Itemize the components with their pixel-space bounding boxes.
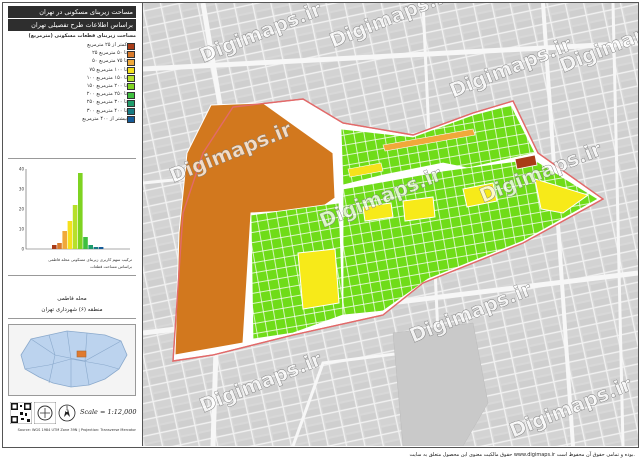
credit-text: Source: WGS 1984 UTM Zone 39N | Projecti…	[17, 428, 136, 432]
legend-item: بیشتر از ۴۰۰ مترمربع	[8, 115, 136, 124]
map-svg: Digimaps.ir Digimaps.irDigimaps.irDigimap…	[143, 3, 638, 446]
legend-item: ۳۰۰ تا ۴۰۰ مترمربع	[8, 107, 136, 115]
histogram-bar	[88, 245, 93, 249]
scale-label: Scale = 1:12,000	[80, 408, 137, 416]
histogram-bar	[57, 243, 62, 249]
legend-label: ۳۰۰ تا ۴۰۰ مترمربع	[86, 107, 127, 114]
logo-icon	[34, 402, 56, 424]
place-district: منطقه (۶) شهرداری تهران	[41, 307, 103, 313]
y-tick-label: 0	[21, 247, 24, 252]
legend-label: بیشتر از ۴۰۰ مترمربع	[82, 115, 127, 122]
map-canvas[interactable]: Digimaps.ir Digimaps.ir Digimaps.ir Digimap…	[143, 3, 638, 446]
histogram-bar	[67, 221, 73, 249]
legend-label: ۲۰۰ تا ۲۵۰ مترمربع	[86, 91, 127, 98]
north-label: N	[63, 407, 69, 414]
locator-svg	[9, 325, 135, 395]
map-title: مساحت زیربنای مسکونی در تهران	[8, 6, 136, 18]
neighborhood-marker	[76, 350, 87, 358]
legend-item: ۵۰ تا ۷۵ مترمربع	[8, 57, 136, 66]
legend-label: ۷۵ تا ۱۰۰ مترمربع	[89, 66, 127, 73]
histogram-chart: 0 10 20 30 40	[19, 167, 130, 252]
place-name: محله فاطمی	[57, 296, 87, 302]
histogram-bar	[72, 205, 78, 249]
histogram-bar	[52, 245, 57, 249]
map-subtitle: براساس اطلاعات طرح تفصیلی تهران	[8, 19, 136, 31]
map-furniture: N Scale = 1:12,000 Source: WGS 1984 UTM …	[8, 400, 137, 438]
histogram-caption: ترکیب سهم کاربری زیربنای مسکونی محله فاط…	[48, 257, 132, 262]
histogram: 0 10 20 30 40 ترکیب سهم کاربری زیربنای مسکون…	[8, 158, 136, 276]
histogram-bar	[93, 247, 99, 249]
place-info: محله فاطمی منطقه (۶) شهرداری تهران	[8, 294, 136, 319]
footer-copyright: حقوق مالکیت معنوی این محصول متعلق به سای…	[409, 452, 635, 458]
legend-label: ۵۰ تا ۷۵ مترمربع	[92, 58, 127, 65]
legend-label: ۲۵۰ تا ۳۰۰ مترمربع	[86, 99, 127, 106]
y-tick-label: 40	[19, 167, 25, 172]
legend-item: ۱۰۰ تا ۱۵۰ مترمربع	[8, 74, 136, 83]
legend-item: ۲۰۰ تا ۲۵۰ مترمربع	[8, 90, 136, 99]
legend-item: ۲۵ تا ۵۰ مترمربع	[8, 49, 136, 58]
locator-map	[8, 324, 136, 396]
legend-label: ۲۵ تا ۵۰ مترمربع	[92, 50, 127, 57]
sidebar-panel: مساحت زیربنای مسکونی در تهران براساس اطل…	[2, 2, 143, 446]
histogram-bar	[78, 173, 83, 249]
y-tick-label: 10	[19, 227, 25, 232]
histogram-caption-2: براساس مساحت قطعات	[90, 264, 132, 269]
histogram-bar	[83, 237, 88, 249]
legend-label: ۱۰۰ تا ۱۵۰ مترمربع	[86, 74, 127, 81]
y-tick-label: 30	[19, 187, 25, 192]
legend-item: کمتر از ۲۵ مترمربع	[8, 41, 136, 50]
legend-item: ۱۵۰ تا ۲۰۰ مترمربع	[8, 82, 136, 91]
qr-code-icon	[10, 402, 32, 424]
legend-heading: مساحت زیربنای قطعات مسکونی (مترمربع)	[28, 33, 136, 39]
parcel-yellow-3	[402, 196, 436, 222]
parcel-yellow-1	[297, 248, 340, 310]
legend-label: کمتر از ۲۵ مترمربع	[87, 42, 127, 48]
legend: کمتر از ۲۵ مترمربع ۲۵ تا ۵۰ مترمربع ۵۰ تا …	[8, 41, 136, 124]
legend-swatch	[127, 116, 135, 124]
legend-item: ۲۵۰ تا ۳۰۰ مترمربع	[8, 98, 136, 107]
y-tick-label: 20	[19, 207, 25, 212]
legend-item: ۷۵ تا ۱۰۰ مترمربع	[8, 66, 136, 75]
histogram-bar	[62, 231, 67, 249]
histogram-bar	[98, 247, 104, 249]
legend-label: ۱۵۰ تا ۲۰۰ مترمربع	[86, 82, 127, 89]
